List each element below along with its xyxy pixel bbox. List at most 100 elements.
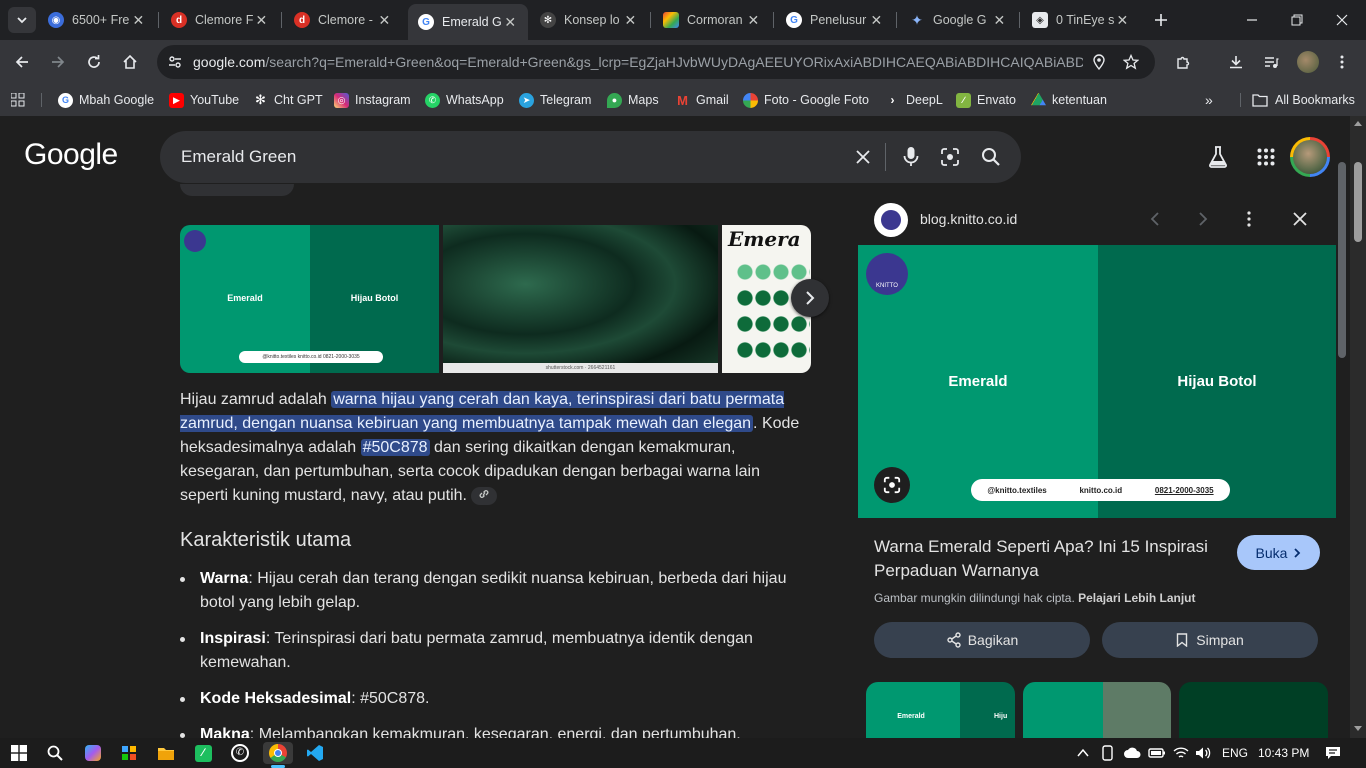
chrome-app-button[interactable] bbox=[263, 742, 293, 764]
bookmark-chatgpt[interactable]: ✻ Cht GPT bbox=[253, 91, 323, 109]
chevron-up-icon[interactable] bbox=[1077, 748, 1089, 758]
battery-icon[interactable] bbox=[1148, 746, 1166, 760]
bookmark-maps[interactable]: ● Maps bbox=[607, 91, 659, 109]
open-button[interactable]: Buka bbox=[1237, 535, 1320, 570]
more-options-icon[interactable] bbox=[1246, 211, 1252, 227]
microphone-icon[interactable] bbox=[902, 146, 920, 168]
volume-icon[interactable] bbox=[1195, 746, 1211, 760]
tab-7[interactable]: ✦ Google G ✕ bbox=[905, 6, 1017, 34]
excel-app-button[interactable]: ∕ bbox=[192, 742, 214, 764]
share-button[interactable]: Bagikan bbox=[874, 622, 1090, 658]
taskbar-search-button[interactable] bbox=[44, 742, 66, 764]
bookmark-star-icon[interactable] bbox=[1123, 54, 1139, 70]
location-pin-icon[interactable] bbox=[1091, 54, 1107, 70]
close-icon[interactable]: ✕ bbox=[992, 12, 1007, 28]
media-control-button[interactable] bbox=[1259, 50, 1283, 74]
citation-link-button[interactable] bbox=[471, 486, 498, 505]
notification-icon[interactable] bbox=[1325, 746, 1341, 760]
site-info-icon[interactable] bbox=[167, 54, 183, 70]
scroll-down-icon[interactable] bbox=[1354, 726, 1362, 732]
image-carousel-next-button[interactable] bbox=[791, 279, 829, 317]
preview-image[interactable]: KNITTO Emerald Hijau Botol @knitto.texti… bbox=[858, 245, 1336, 518]
extensions-button[interactable] bbox=[1171, 50, 1195, 74]
tab-5[interactable]: Cormoran ✕ bbox=[659, 6, 771, 34]
related-image-1[interactable]: Emerald Hiju bbox=[866, 682, 1015, 738]
clear-icon[interactable] bbox=[854, 148, 872, 166]
wifi-icon[interactable] bbox=[1173, 746, 1189, 760]
back-button[interactable] bbox=[10, 50, 34, 74]
filter-chip[interactable] bbox=[180, 184, 294, 196]
home-button[interactable] bbox=[118, 50, 142, 74]
close-window-button[interactable] bbox=[1330, 8, 1354, 32]
google-logo[interactable]: Google bbox=[24, 138, 118, 172]
copilot-button[interactable] bbox=[82, 742, 104, 764]
tab-0[interactable]: ◉ 6500+ Fre ✕ bbox=[44, 6, 156, 34]
bookmarks-overflow-button[interactable]: » bbox=[1205, 91, 1213, 109]
downloads-button[interactable] bbox=[1224, 50, 1248, 74]
restore-button[interactable] bbox=[1285, 8, 1309, 32]
save-button[interactable]: Simpan bbox=[1102, 622, 1318, 658]
scrollbar-thumb[interactable] bbox=[1354, 162, 1362, 242]
bookmark-mbah-google[interactable]: G Mbah Google bbox=[58, 91, 154, 109]
reload-button[interactable] bbox=[82, 50, 106, 74]
phone-link-icon[interactable] bbox=[1101, 745, 1115, 761]
close-icon[interactable]: ✕ bbox=[623, 12, 638, 28]
whatsapp-app-button[interactable]: ✆ bbox=[229, 742, 251, 764]
tab-search-button[interactable] bbox=[8, 7, 36, 33]
widgets-button[interactable] bbox=[118, 742, 140, 764]
lens-camera-icon[interactable] bbox=[940, 147, 960, 167]
learn-more-link[interactable]: Pelajari Lebih Lanjut bbox=[1078, 591, 1195, 605]
chevron-left-icon[interactable] bbox=[1150, 212, 1160, 226]
tab-4[interactable]: ✻ Konsep lo ✕ bbox=[536, 6, 648, 34]
related-image-2[interactable] bbox=[1023, 682, 1171, 738]
bookmark-envato[interactable]: ∕ Envato bbox=[956, 91, 1016, 109]
tab-8[interactable]: ◈ 0 TinEye s ✕ bbox=[1028, 6, 1140, 34]
bookmark-deepl[interactable]: › DeepL bbox=[885, 91, 943, 109]
close-icon[interactable]: ✕ bbox=[377, 12, 392, 28]
scroll-up-icon[interactable] bbox=[1354, 120, 1362, 126]
close-icon[interactable]: ✕ bbox=[131, 12, 146, 28]
close-icon[interactable]: ✕ bbox=[502, 14, 518, 30]
forward-button[interactable] bbox=[46, 50, 70, 74]
preview-title[interactable]: Warna Emerald Seperti Apa? Ini 15 Inspir… bbox=[874, 535, 1224, 583]
vscode-app-button[interactable] bbox=[304, 742, 326, 764]
panel-scrollbar-thumb[interactable] bbox=[1338, 162, 1346, 358]
close-icon[interactable]: ✕ bbox=[869, 12, 884, 28]
browser-menu-button[interactable] bbox=[1330, 50, 1354, 74]
bookmark-instagram[interactable]: ◎ Instagram bbox=[334, 91, 411, 109]
system-clock[interactable]: 10:43 PM bbox=[1258, 746, 1309, 760]
close-icon[interactable] bbox=[1293, 212, 1307, 226]
new-tab-button[interactable] bbox=[1149, 8, 1173, 32]
chevron-right-icon[interactable] bbox=[1198, 212, 1208, 226]
all-bookmarks-button[interactable]: All Bookmarks bbox=[1252, 91, 1355, 109]
cloud-icon[interactable] bbox=[1123, 746, 1141, 760]
google-apps-icon[interactable] bbox=[1257, 148, 1275, 166]
input-language[interactable]: ENG bbox=[1222, 746, 1248, 760]
account-avatar-button[interactable] bbox=[1290, 137, 1330, 177]
search-box[interactable]: Emerald Green bbox=[160, 131, 1021, 183]
bookmark-youtube[interactable]: ▶ YouTube bbox=[169, 91, 239, 109]
page-scrollbar[interactable] bbox=[1350, 116, 1366, 738]
file-explorer-button[interactable] bbox=[155, 742, 177, 764]
bookmark-telegram[interactable]: ➤ Telegram bbox=[519, 91, 591, 109]
tab-1[interactable]: d Clemore F ✕ bbox=[167, 6, 279, 34]
source-domain[interactable]: blog.knitto.co.id bbox=[920, 211, 1017, 227]
lens-search-button[interactable] bbox=[874, 467, 910, 503]
search-input[interactable]: Emerald Green bbox=[181, 147, 296, 167]
bookmark-whatsapp[interactable]: ✆ WhatsApp bbox=[425, 91, 504, 109]
tab-3-active[interactable]: G Emerald G ✕ bbox=[408, 4, 528, 40]
start-button[interactable] bbox=[8, 742, 30, 764]
search-icon[interactable] bbox=[981, 147, 1001, 167]
close-icon[interactable]: ✕ bbox=[1115, 12, 1130, 28]
bookmark-google-photos[interactable]: Foto - Google Foto bbox=[743, 91, 869, 109]
tab-6[interactable]: G Penelusur ✕ bbox=[782, 6, 894, 34]
related-image-3[interactable] bbox=[1179, 682, 1328, 738]
profile-avatar-button[interactable] bbox=[1296, 50, 1320, 74]
close-icon[interactable]: ✕ bbox=[254, 12, 269, 28]
bookmark-gmail[interactable]: M Gmail bbox=[675, 91, 729, 109]
labs-flask-icon[interactable] bbox=[1208, 146, 1228, 168]
close-icon[interactable]: ✕ bbox=[746, 12, 761, 28]
apps-grid-icon[interactable] bbox=[11, 93, 25, 107]
image-result-silk[interactable]: shutterstock.com · 2664521161 bbox=[443, 225, 718, 373]
address-bar[interactable]: google.com/search?q=Emerald+Green&oq=Eme… bbox=[157, 45, 1155, 79]
